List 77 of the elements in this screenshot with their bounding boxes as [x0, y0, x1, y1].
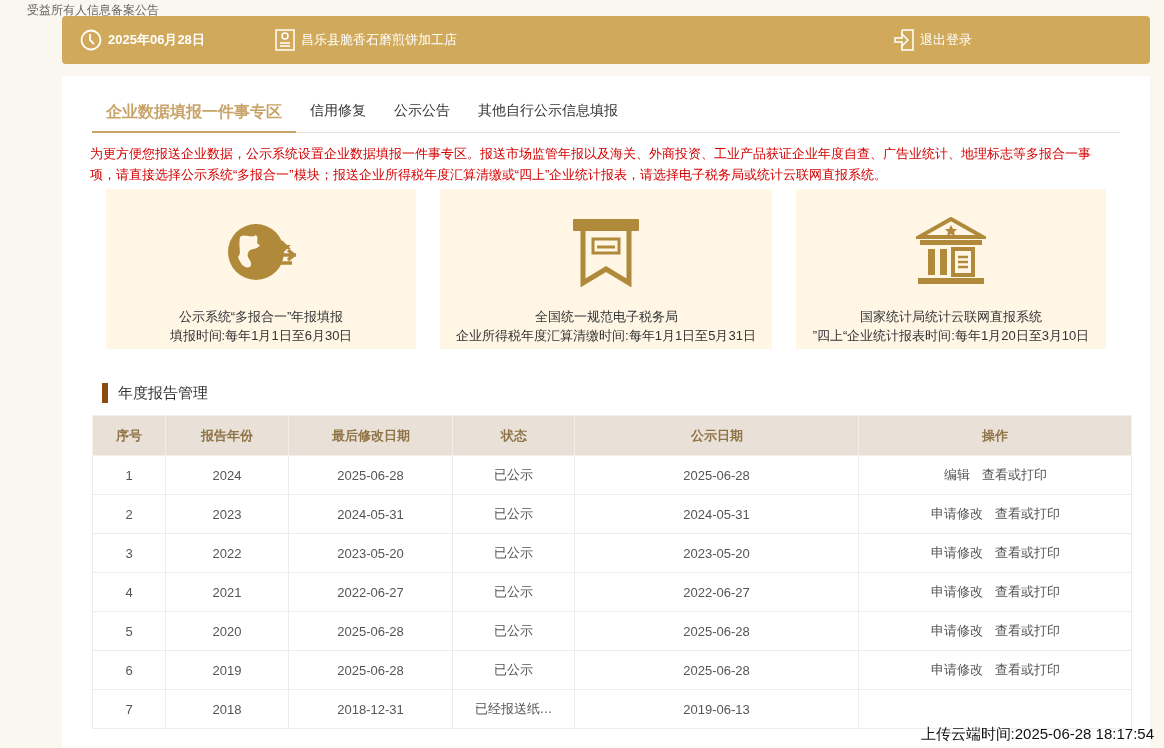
action-link[interactable]: 查看或打印 [994, 662, 1060, 677]
table-cell: 已公示 [452, 455, 575, 495]
table-cell: 2021 [165, 572, 289, 612]
portal-period: 企业所得税年度汇算清缴时间:每年1月1日至5月31日 [456, 327, 756, 345]
table-cell: 2018-12-31 [288, 689, 453, 729]
table-cell: 2 [92, 494, 166, 534]
table-cell: 2023 [165, 494, 289, 534]
table-cell: 2025-06-28 [574, 611, 859, 651]
column-header: 报告年份 [165, 415, 289, 456]
column-header: 操作 [858, 415, 1132, 456]
table-cell: 1 [92, 455, 166, 495]
logout-icon [894, 29, 914, 51]
table-cell: 2023-05-20 [574, 533, 859, 573]
notice-text: 为更方便您报送企业数据，公示系统设置企业数据填报一件事专区。报送市场监管年报以及海关、外商投资、工业产品获证企业年度自查、广告业统计、地理标志等多报合一事项，请直接选择公示系统“多报合一”模块；报送企业所得税年度汇算清缴或“四上”企业统计报表，请选择电子税务局或统计云联网直报系统。 [90, 145, 1092, 184]
portal-period: ”四上“企业统计报表时间:每年1月20日至3月10日 [812, 327, 1090, 345]
table-cell: 已公示 [452, 533, 575, 573]
table-cell: 6 [92, 650, 166, 690]
table-cell: 2023-05-20 [288, 533, 453, 573]
table-cell: 已公示 [452, 611, 575, 651]
table-cell: 7 [92, 689, 166, 729]
portal-period: 填报时间:每年1月1日至6月30日 [169, 327, 353, 345]
tab[interactable]: 公示公告 [380, 96, 464, 132]
action-link[interactable]: 申请修改 [930, 662, 983, 677]
building-icon [916, 217, 986, 287]
column-header: 状态 [452, 415, 575, 456]
table-cell: 2019 [165, 650, 289, 690]
portal-title: 全国统一规范电子税务局 [534, 308, 678, 326]
portal-title: 公示系统“多报合一”年报填报 [178, 308, 344, 326]
column-header: 公示日期 [574, 415, 859, 456]
action-link[interactable]: 查看或打印 [994, 623, 1060, 638]
action-link[interactable]: 查看或打印 [981, 467, 1047, 482]
table-cell: 2024-05-31 [574, 494, 859, 534]
table-cell: 5 [92, 611, 166, 651]
table-cell: 2025-06-28 [288, 611, 453, 651]
upload-time: 上传云端时间:2025-06-28 18:17:54 [920, 725, 1154, 744]
table-cell: 已公示 [452, 572, 575, 612]
table-cell: 2024 [165, 455, 289, 495]
table-cell: 2024-05-31 [288, 494, 453, 534]
table-cell: 2022-06-27 [288, 572, 453, 612]
table-cell: 2025-06-28 [288, 455, 453, 495]
table-cell: 已公示 [452, 494, 575, 534]
tax-ribbon-icon [571, 217, 641, 287]
table-cell: 2020 [165, 611, 289, 651]
action-link[interactable]: 编辑 [943, 467, 970, 482]
table-cell: 2018 [165, 689, 289, 729]
portal-card[interactable]: 公示系统“多报合一”年报填报 填报时间:每年1月1日至6月30日 [106, 189, 416, 349]
portal-card[interactable]: 国家统计局统计云联网直报系统 ”四上“企业统计报表时间:每年1月20日至3月10日 [796, 189, 1106, 349]
table-cell: 4 [92, 572, 166, 612]
action-link[interactable]: 申请修改 [930, 545, 983, 560]
notice-title[interactable]: 受益所有人信息备案公告 [27, 3, 159, 18]
column-header: 最后修改日期 [288, 415, 453, 456]
action-link[interactable]: 查看或打印 [994, 545, 1060, 560]
table-cell: 2019-06-13 [574, 689, 859, 729]
portal-title: 国家统计局统计云联网直报系统 [860, 308, 1042, 326]
id-card-icon [274, 29, 295, 51]
tab[interactable]: 其他自行公示信息填报 [464, 96, 632, 132]
table-cell: 2025-06-28 [574, 650, 859, 690]
company-name: 昌乐县脆香石磨煎饼加工店 [300, 31, 457, 49]
table-cell: 2025-06-28 [288, 650, 453, 690]
action-link[interactable]: 申请修改 [930, 623, 983, 638]
column-header: 序号 [92, 415, 166, 456]
portal-card[interactable]: 全国统一规范电子税务局 企业所得税年度汇算清缴时间:每年1月1日至5月31日 [440, 189, 772, 349]
date-text: 2025年06月28日 [108, 31, 205, 49]
section-marker [102, 383, 108, 403]
tab[interactable]: 信用修复 [296, 96, 380, 132]
table-cell: 已经报送纸… [452, 689, 575, 729]
action-link[interactable]: 查看或打印 [994, 506, 1060, 521]
clock-icon [80, 29, 102, 51]
table-cell: 3 [92, 533, 166, 573]
table-cell: 2022-06-27 [574, 572, 859, 612]
section-title: 年度报告管理 [118, 383, 208, 403]
table-cell: 2022 [165, 533, 289, 573]
action-link[interactable]: 查看或打印 [994, 584, 1060, 599]
action-link[interactable]: 申请修改 [930, 506, 983, 521]
table-cell: 2025-06-28 [574, 455, 859, 495]
action-link[interactable]: 申请修改 [930, 584, 983, 599]
table-cell: 已公示 [452, 650, 575, 690]
